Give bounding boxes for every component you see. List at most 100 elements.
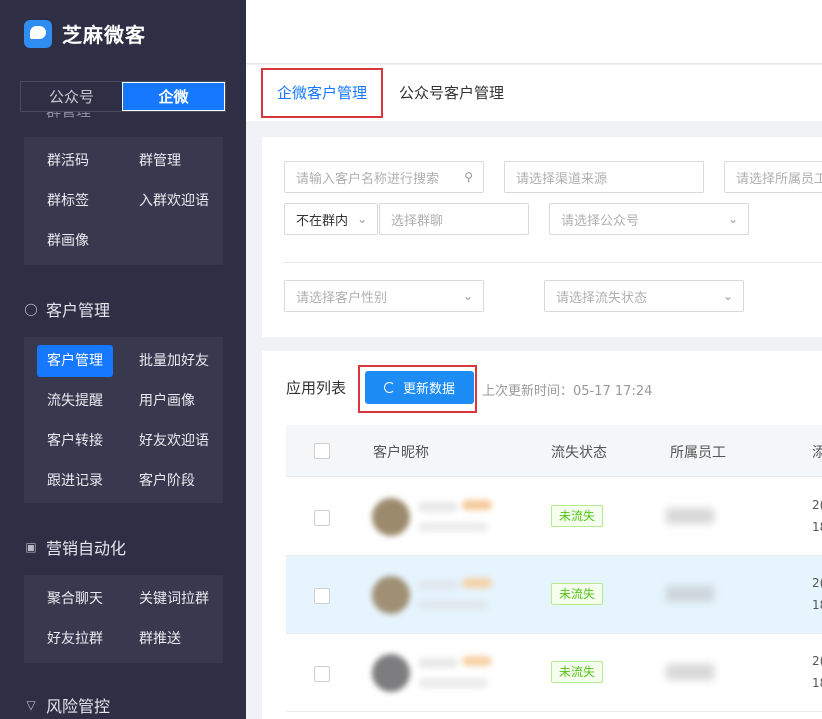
app-name: 芝麻微客: [62, 23, 146, 47]
chat-bubble-icon: [24, 19, 52, 48]
col-added-time: 添: [812, 445, 822, 461]
last-update-time: 上次更新时间：05-17 17:24: [482, 384, 653, 399]
menu-group-welcome[interactable]: 入群欢迎语: [129, 185, 229, 217]
chevron-down-icon: ⌄: [462, 289, 473, 303]
official-placeholder: 请选择公众号: [561, 213, 640, 229]
nickname-blur: [462, 500, 492, 510]
nickname-blur: [462, 578, 492, 588]
table-row[interactable]: 未流失 2( 18: [286, 478, 822, 556]
menu-customer-manage[interactable]: 客户管理: [37, 345, 113, 377]
app-logo: 芝麻微客: [24, 19, 146, 48]
nickname-blur: [418, 522, 488, 532]
avatar: [372, 498, 410, 536]
tab-wecom-customers[interactable]: 企微客户管理: [261, 68, 384, 118]
col-employee: 所属员工: [670, 445, 726, 461]
menu-followup-records[interactable]: 跟进记录: [37, 465, 129, 497]
customer-submenu: 客户管理 批量加好友 流失提醒 用户画像 客户转接 好友欢迎语 跟进记录 客户阶…: [24, 337, 223, 503]
menu-keyword-group[interactable]: 关键词拉群: [129, 583, 229, 615]
sidebar: 芝麻微客 群管理 公众号 企微 群活码 群管理 群标签 入群欢迎语 群画像 ◯ …: [0, 0, 246, 719]
menu-batch-add-friends[interactable]: 批量加好友: [129, 345, 229, 377]
added-date: 2(: [812, 576, 822, 590]
added-time: 18: [812, 676, 822, 690]
select-all-checkbox[interactable]: [314, 443, 330, 459]
menu-friend-welcome[interactable]: 好友欢迎语: [129, 425, 229, 457]
menu-group-qrcode[interactable]: 群活码: [37, 145, 129, 177]
section-risk-label: 风险管控: [46, 697, 111, 716]
section-customer[interactable]: ◯ 客户管理: [24, 297, 110, 321]
menu-customer-transfer[interactable]: 客户转接: [37, 425, 129, 457]
menu-user-portrait[interactable]: 用户画像: [129, 385, 229, 417]
refresh-label: 更新数据: [402, 382, 455, 397]
group-chat-placeholder: 选择群聊: [391, 213, 444, 229]
added-date: 2(: [812, 498, 822, 512]
status-badge: 未流失: [551, 505, 604, 527]
section-customer-label: 客户管理: [46, 301, 111, 320]
row-checkbox[interactable]: [314, 588, 330, 604]
status-badge: 未流失: [551, 661, 604, 683]
shield-icon: ▽: [26, 698, 36, 712]
switch-official-account[interactable]: 公众号: [21, 82, 122, 111]
table-row[interactable]: 未流失 2( 18: [286, 556, 822, 634]
chevron-down-icon: ⌄: [356, 212, 367, 226]
col-nickname: 客户昵称: [373, 445, 429, 461]
menu-group-tags[interactable]: 群标签: [37, 185, 129, 217]
col-churn-status: 流失状态: [551, 445, 607, 461]
avatar: [372, 654, 410, 692]
status-badge: 未流失: [551, 583, 604, 605]
chevron-down-icon: ⌄: [722, 289, 733, 303]
list-title: 应用列表: [286, 379, 347, 397]
menu-group-portrait[interactable]: 群画像: [37, 225, 129, 257]
added-time: 18: [812, 598, 822, 612]
churn-status-select[interactable]: 请选择流失状态 ⌄: [544, 280, 744, 312]
group-chat-select[interactable]: 选择群聊: [379, 203, 529, 235]
menu-friend-group[interactable]: 好友拉群: [37, 623, 129, 655]
customer-tabs: 企微客户管理 公众号客户管理: [246, 65, 822, 121]
channel-placeholder: 请选择渠道来源: [516, 171, 608, 187]
official-account-select[interactable]: 请选择公众号 ⌄: [549, 203, 749, 235]
menu-aggregate-chat[interactable]: 聚合聊天: [37, 583, 129, 615]
row-checkbox[interactable]: [314, 666, 330, 682]
gender-select[interactable]: 请选择客户性别 ⌄: [284, 280, 484, 312]
group-status-select[interactable]: 不在群内 ⌄: [284, 203, 378, 235]
customer-search-input[interactable]: 请输入客户名称进行搜索 ⚲: [284, 161, 484, 193]
avatar: [372, 576, 410, 614]
churn-placeholder: 请选择流失状态: [556, 290, 648, 306]
added-time: 18: [812, 520, 822, 534]
top-bar: [246, 0, 822, 64]
refresh-icon: [383, 382, 395, 393]
search-icon: ⚲: [464, 170, 473, 184]
switch-wecom[interactable]: 企微: [122, 82, 225, 111]
nickname-blur: [418, 600, 488, 610]
row-checkbox[interactable]: [314, 510, 330, 526]
nickname-blur: [418, 580, 458, 590]
automation-icon: ▣: [25, 540, 37, 554]
table-row[interactable]: 未流失 2( 18: [286, 634, 822, 712]
employee-select[interactable]: 请选择所属员工: [724, 161, 822, 193]
nickname-blur: [418, 658, 458, 668]
added-date: 2(: [812, 654, 822, 668]
menu-customer-stage[interactable]: 客户阶段: [129, 465, 229, 497]
section-marketing[interactable]: ▣ 营销自动化: [24, 535, 126, 559]
refresh-data-button[interactable]: 更新数据: [365, 371, 474, 404]
employee-placeholder: 请选择所属员工: [736, 171, 822, 187]
menu-group-manage[interactable]: 群管理: [129, 145, 229, 177]
menu-group-push[interactable]: 群推送: [129, 623, 229, 655]
channel-source-select[interactable]: 请选择渠道来源: [504, 161, 704, 193]
user-icon: ◯: [24, 302, 38, 316]
nickname-blur: [418, 678, 488, 688]
filter-divider: [284, 262, 822, 263]
nickname-blur: [418, 502, 458, 512]
employee-blur: [666, 508, 714, 524]
marketing-submenu: 聚合聊天 关键词拉群 好友拉群 群推送: [24, 575, 223, 663]
account-switch: 公众号 企微: [20, 81, 226, 112]
section-marketing-label: 营销自动化: [46, 539, 127, 558]
search-placeholder: 请输入客户名称进行搜索: [296, 171, 440, 187]
nickname-blur: [462, 656, 492, 666]
tab-official-customers[interactable]: 公众号客户管理: [383, 69, 520, 117]
menu-churn-alert[interactable]: 流失提醒: [37, 385, 129, 417]
section-risk[interactable]: ▽ 风险管控: [24, 693, 110, 717]
table-header: 客户昵称 流失状态 所属员工 添: [286, 425, 822, 477]
group-submenu: 群活码 群管理 群标签 入群欢迎语 群画像: [24, 137, 223, 265]
chevron-down-icon: ⌄: [727, 212, 738, 226]
employee-blur: [666, 586, 714, 602]
